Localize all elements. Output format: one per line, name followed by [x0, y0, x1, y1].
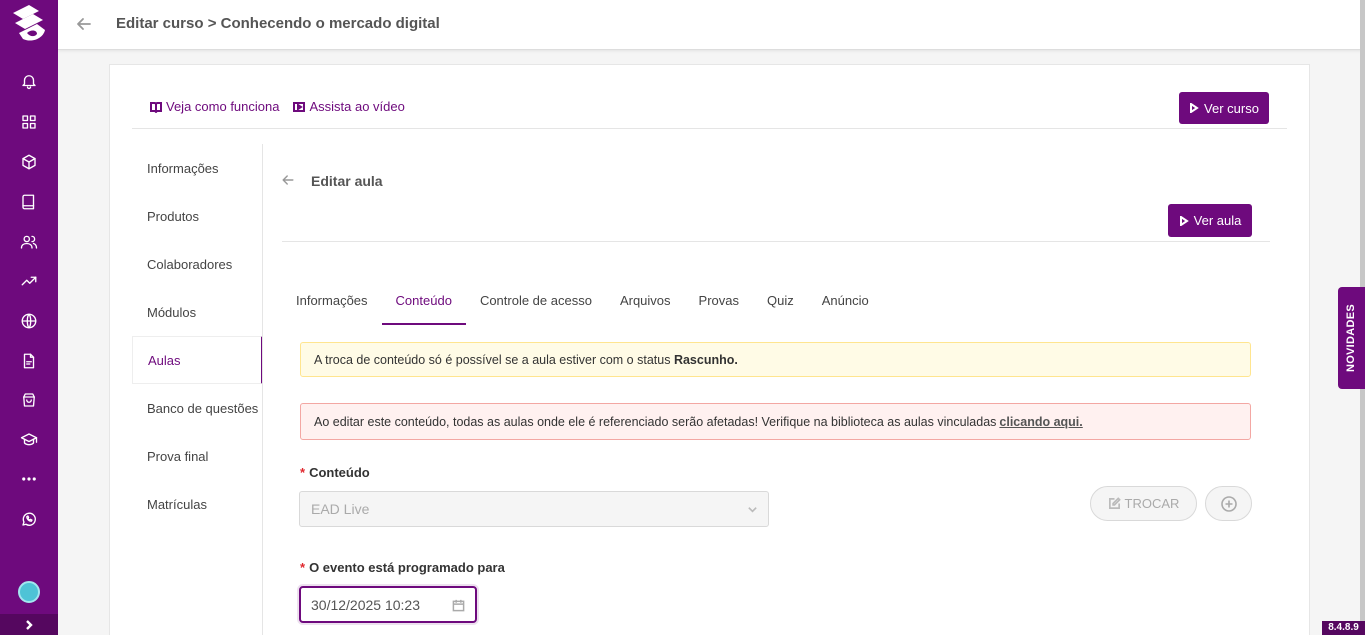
edit-icon — [1108, 497, 1121, 509]
watch-video-link[interactable]: Assista ao vídeo — [293, 99, 405, 114]
whatsapp-icon[interactable] — [17, 507, 41, 531]
play-icon — [1190, 103, 1199, 113]
chevron-right-icon — [26, 619, 33, 630]
section-title: Editar aula — [311, 173, 383, 189]
tab-conteudo[interactable]: Conteúdo — [381, 281, 466, 325]
globe-icon[interactable] — [17, 309, 41, 333]
document-icon[interactable] — [17, 349, 41, 373]
back-arrow-icon[interactable] — [74, 14, 94, 34]
bell-icon[interactable] — [17, 69, 41, 93]
menu-item-colaboradores[interactable]: Colaboradores — [132, 240, 263, 288]
menu-item-matriculas[interactable]: Matrículas — [132, 480, 263, 528]
content-select[interactable]: EAD Live — [299, 491, 769, 527]
menu-item-modulos[interactable]: Módulos — [132, 288, 263, 336]
chevron-down-icon — [748, 507, 757, 513]
plus-circle-icon — [1220, 495, 1237, 512]
graduation-cap-icon[interactable] — [17, 428, 41, 452]
shopping-bag-icon[interactable] — [17, 388, 41, 412]
event-date-label: * O evento está programado para — [300, 560, 505, 575]
view-lesson-button[interactable]: Ver aula — [1168, 204, 1252, 237]
add-content-button[interactable] — [1205, 486, 1252, 521]
version-badge: 8.4.8.9 — [1322, 621, 1365, 635]
lesson-tabs: Informações Conteúdo Controle de acesso … — [282, 281, 883, 325]
calendar-icon — [452, 599, 465, 612]
video-icon — [293, 101, 306, 112]
error-alert: Ao editar este conteúdo, todas as aulas … — [300, 403, 1251, 440]
book-open-icon — [150, 101, 162, 113]
sidebar — [0, 0, 58, 635]
tab-anuncio[interactable]: Anúncio — [808, 281, 883, 325]
tab-quiz[interactable]: Quiz — [753, 281, 808, 325]
expand-sidebar-button[interactable] — [0, 614, 58, 635]
menu-item-aulas[interactable]: Aulas — [132, 336, 263, 384]
menu-item-produtos[interactable]: Produtos — [132, 192, 263, 240]
course-menu: Informações Produtos Colaboradores Módul… — [132, 144, 263, 528]
tab-controle-de-acesso[interactable]: Controle de acesso — [466, 281, 606, 325]
view-course-button[interactable]: Ver curso — [1179, 92, 1269, 124]
how-it-works-link[interactable]: Veja como funciona — [150, 99, 279, 114]
main-card: Veja como funciona Assista ao vídeo Ver … — [109, 64, 1310, 635]
news-tab[interactable]: NOVIDADES — [1338, 287, 1365, 389]
back-arrow-icon[interactable] — [280, 172, 296, 188]
dashboard-icon[interactable] — [17, 110, 41, 134]
library-link[interactable]: clicando aqui. — [999, 415, 1082, 429]
menu-divider — [262, 144, 263, 635]
play-icon — [1179, 215, 1189, 226]
more-icon[interactable] — [17, 467, 41, 491]
logo-icon[interactable] — [9, 3, 49, 45]
swap-content-button[interactable]: TROCAR — [1090, 486, 1197, 521]
divider — [132, 128, 1287, 129]
menu-item-prova-final[interactable]: Prova final — [132, 432, 263, 480]
divider — [282, 241, 1270, 242]
top-bar: Editar curso > Conhecendo o mercado digi… — [58, 0, 1363, 50]
avatar[interactable] — [18, 581, 40, 603]
menu-item-banco-de-questoes[interactable]: Banco de questões — [132, 384, 263, 432]
tab-provas[interactable]: Provas — [685, 281, 753, 325]
tab-informacoes[interactable]: Informações — [282, 281, 382, 325]
menu-item-informacoes[interactable]: Informações — [132, 144, 263, 192]
page-title: Editar curso > Conhecendo o mercado digi… — [116, 15, 440, 32]
book-icon[interactable] — [17, 190, 41, 214]
users-icon[interactable] — [17, 230, 41, 254]
tab-arquivos[interactable]: Arquivos — [606, 281, 685, 325]
cube-icon[interactable] — [17, 150, 41, 174]
trending-icon[interactable] — [17, 269, 41, 293]
help-links: Veja como funciona Assista ao vídeo — [150, 99, 405, 114]
warning-alert: A troca de conteúdo só é possível se a a… — [300, 342, 1251, 377]
event-date-input[interactable]: 30/12/2025 10:23 — [299, 586, 477, 623]
content-label: * Conteúdo — [300, 465, 370, 480]
